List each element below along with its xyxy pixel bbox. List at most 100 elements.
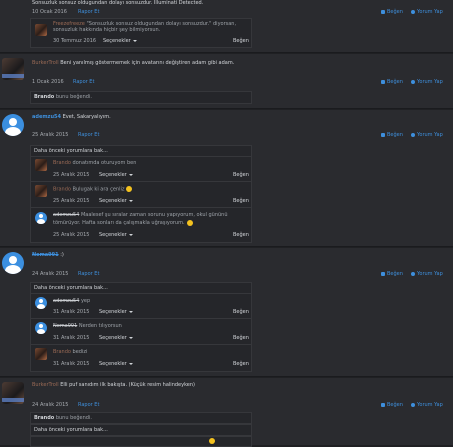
reply-date: 30 Temmuz 2016 (53, 38, 97, 44)
author-name[interactable]: BurkerTroll (32, 60, 59, 66)
chevron-down-icon (128, 310, 133, 313)
thumb-icon (381, 9, 385, 14)
avatar (35, 185, 47, 197)
reply-text: Brando donatımda oturuyom ben (53, 160, 137, 166)
avatar (35, 348, 47, 360)
post-date: 24 Aralık 2015 (32, 271, 69, 277)
reply-text: ademzu54 Maalesef şu sıralar zaman sorun… (53, 212, 228, 226)
post: BurkerTroll Beni yanılmış göstermemek iç… (0, 54, 453, 109)
reply-date: 25 Aralık 2015 (53, 172, 90, 178)
avatar (35, 297, 47, 309)
reply-like-button[interactable]: Beğen (233, 172, 249, 178)
options-button[interactable]: Seçenekler (99, 172, 133, 178)
comment-icon (411, 271, 415, 276)
chevron-down-icon (128, 173, 133, 176)
author-name[interactable]: Nema991 (32, 252, 59, 258)
options-button[interactable]: Seçenekler (99, 232, 133, 238)
more-comments-link[interactable]: Daha önceki yorumlara bak... (34, 148, 108, 154)
reply-like-button[interactable]: Beğen (233, 198, 249, 204)
likes-text: Brando bunu beğendi. (34, 94, 92, 100)
likes-box: Brando bunu beğendi. (30, 91, 252, 104)
reply-date: 25 Aralık 2015 (53, 232, 90, 238)
comment-icon (411, 79, 415, 84)
reply-text: Brando Bulugak ki ara çenliz (53, 186, 133, 193)
like-button[interactable]: Beğen (381, 79, 403, 85)
reply: ademzu54 Maalesef şu sıralar zaman sorun… (30, 207, 252, 243)
reply-text: Brando bedizi (53, 349, 88, 355)
reply-date: 31 Aralık 2015 (53, 361, 90, 367)
reply-date: 31 Aralık 2015 (53, 335, 90, 341)
reply-like-button[interactable]: Beğen (233, 361, 249, 367)
post: BurkerTroll Elli puf sanıdım ilk bakışta… (0, 378, 453, 447)
options-button[interactable]: Seçenekler (99, 361, 133, 367)
report-link[interactable]: Rapor Et (78, 271, 99, 277)
reply-text: ademzu54 yep (53, 298, 91, 304)
avatar (35, 212, 47, 224)
reply: ademzu54 yep 31 Aralık 2015 Seçenekler B… (30, 293, 252, 319)
post-date: 1 Ocak 2016 (32, 79, 64, 85)
options-button[interactable]: Seçenekler (99, 309, 133, 315)
chevron-down-icon (128, 362, 133, 365)
avatar (35, 159, 47, 171)
thumb-icon (381, 402, 385, 407)
avatar (2, 382, 24, 404)
report-link[interactable]: Rapor Et (78, 402, 99, 408)
chevron-down-icon (128, 233, 133, 236)
post-date: 25 Aralık 2015 (32, 132, 69, 138)
post: Nema991 :) 24 Aralık 2015 Rapor Et Beğen… (0, 248, 453, 377)
reply: Nema991 Nerden tılıyorsun 31 Aralık 2015… (30, 318, 252, 345)
smiley-icon (209, 438, 215, 444)
reply-date: 31 Aralık 2015 (53, 309, 90, 315)
smiley-icon (186, 219, 193, 226)
post-date: 10 Ocak 2016 (32, 9, 67, 15)
author-name[interactable]: ademzu54 (32, 114, 61, 120)
author-name[interactable]: BurkerTroll (32, 382, 59, 388)
like-button[interactable]: Beğen (381, 9, 403, 15)
comment-button[interactable]: Yorum Yap (411, 79, 443, 85)
reply: Brando bedizi 31 Aralık 2015 Seçenekler … (30, 344, 252, 372)
post-body: BurkerTroll Beni yanılmış göstermemek iç… (32, 60, 235, 66)
likes-box: Brando bunu beğendi. (30, 412, 252, 424)
avatar (35, 322, 47, 334)
like-button[interactable]: Beğen (381, 271, 403, 277)
chevron-down-icon (128, 336, 133, 339)
reply-like-button[interactable]: Beğen (233, 335, 249, 341)
comment-button[interactable]: Yorum Yap (411, 9, 443, 15)
report-link[interactable]: Rapor Et (73, 79, 94, 85)
reply-like-button[interactable]: Beğen (233, 309, 249, 315)
like-button[interactable]: Beğen (381, 402, 403, 408)
comment-button[interactable]: Yorum Yap (411, 271, 443, 277)
post-text: Sonsuzluk sonsuz oldugundan dolayı sonsu… (32, 0, 204, 6)
comment-button[interactable]: Yorum Yap (411, 132, 443, 138)
like-button[interactable]: Beğen (381, 132, 403, 138)
likes-text: Brando bunu beğendi. (34, 415, 92, 421)
post-date: 24 Aralık 2015 (32, 402, 69, 408)
chevron-down-icon (132, 39, 137, 42)
thumb-icon (381, 271, 385, 276)
report-link[interactable]: Rapor Et (78, 132, 99, 138)
options-button[interactable]: Seçenekler (99, 198, 133, 204)
reply-text: Nema991 Nerden tılıyorsun (53, 323, 122, 329)
reply-like-button[interactable]: Beğen (233, 232, 249, 238)
more-comments-box: Daha önceki yorumlara bak... (30, 424, 252, 436)
reply-like-button[interactable]: Beğen (233, 38, 249, 44)
avatar (2, 252, 24, 274)
options-button[interactable]: Seçenekler (99, 335, 133, 341)
post-body: Nema991 :) (32, 252, 64, 258)
comment-button[interactable]: Yorum Yap (411, 402, 443, 408)
post-body: ademzu54 Evet, Sakaryalıyım. (32, 114, 111, 120)
chevron-down-icon (128, 199, 133, 202)
options-button[interactable]: Seçenekler (103, 38, 137, 44)
report-link[interactable]: Rapor Et (78, 9, 99, 15)
reply-date: 25 Aralık 2015 (53, 198, 90, 204)
smiley-icon (126, 186, 133, 192)
more-comments-link[interactable]: Daha önceki yorumlara bak... (34, 285, 108, 291)
reply: Brando Bulugak ki ara çenliz 25 Aralık 2… (30, 181, 252, 208)
post-body: BurkerTroll Elli puf sanıdım ilk bakışta… (32, 382, 195, 388)
more-comments-link[interactable]: Daha önceki yorumlara bak... (34, 427, 108, 433)
reply: Brando donatımda oturuyom ben 25 Aralık … (30, 156, 252, 182)
comment-icon (411, 402, 415, 407)
post-top: Sonsuzluk sonsuz oldugundan dolayı sonsu… (0, 0, 453, 53)
avatar (35, 24, 47, 36)
comment-icon (411, 132, 415, 137)
